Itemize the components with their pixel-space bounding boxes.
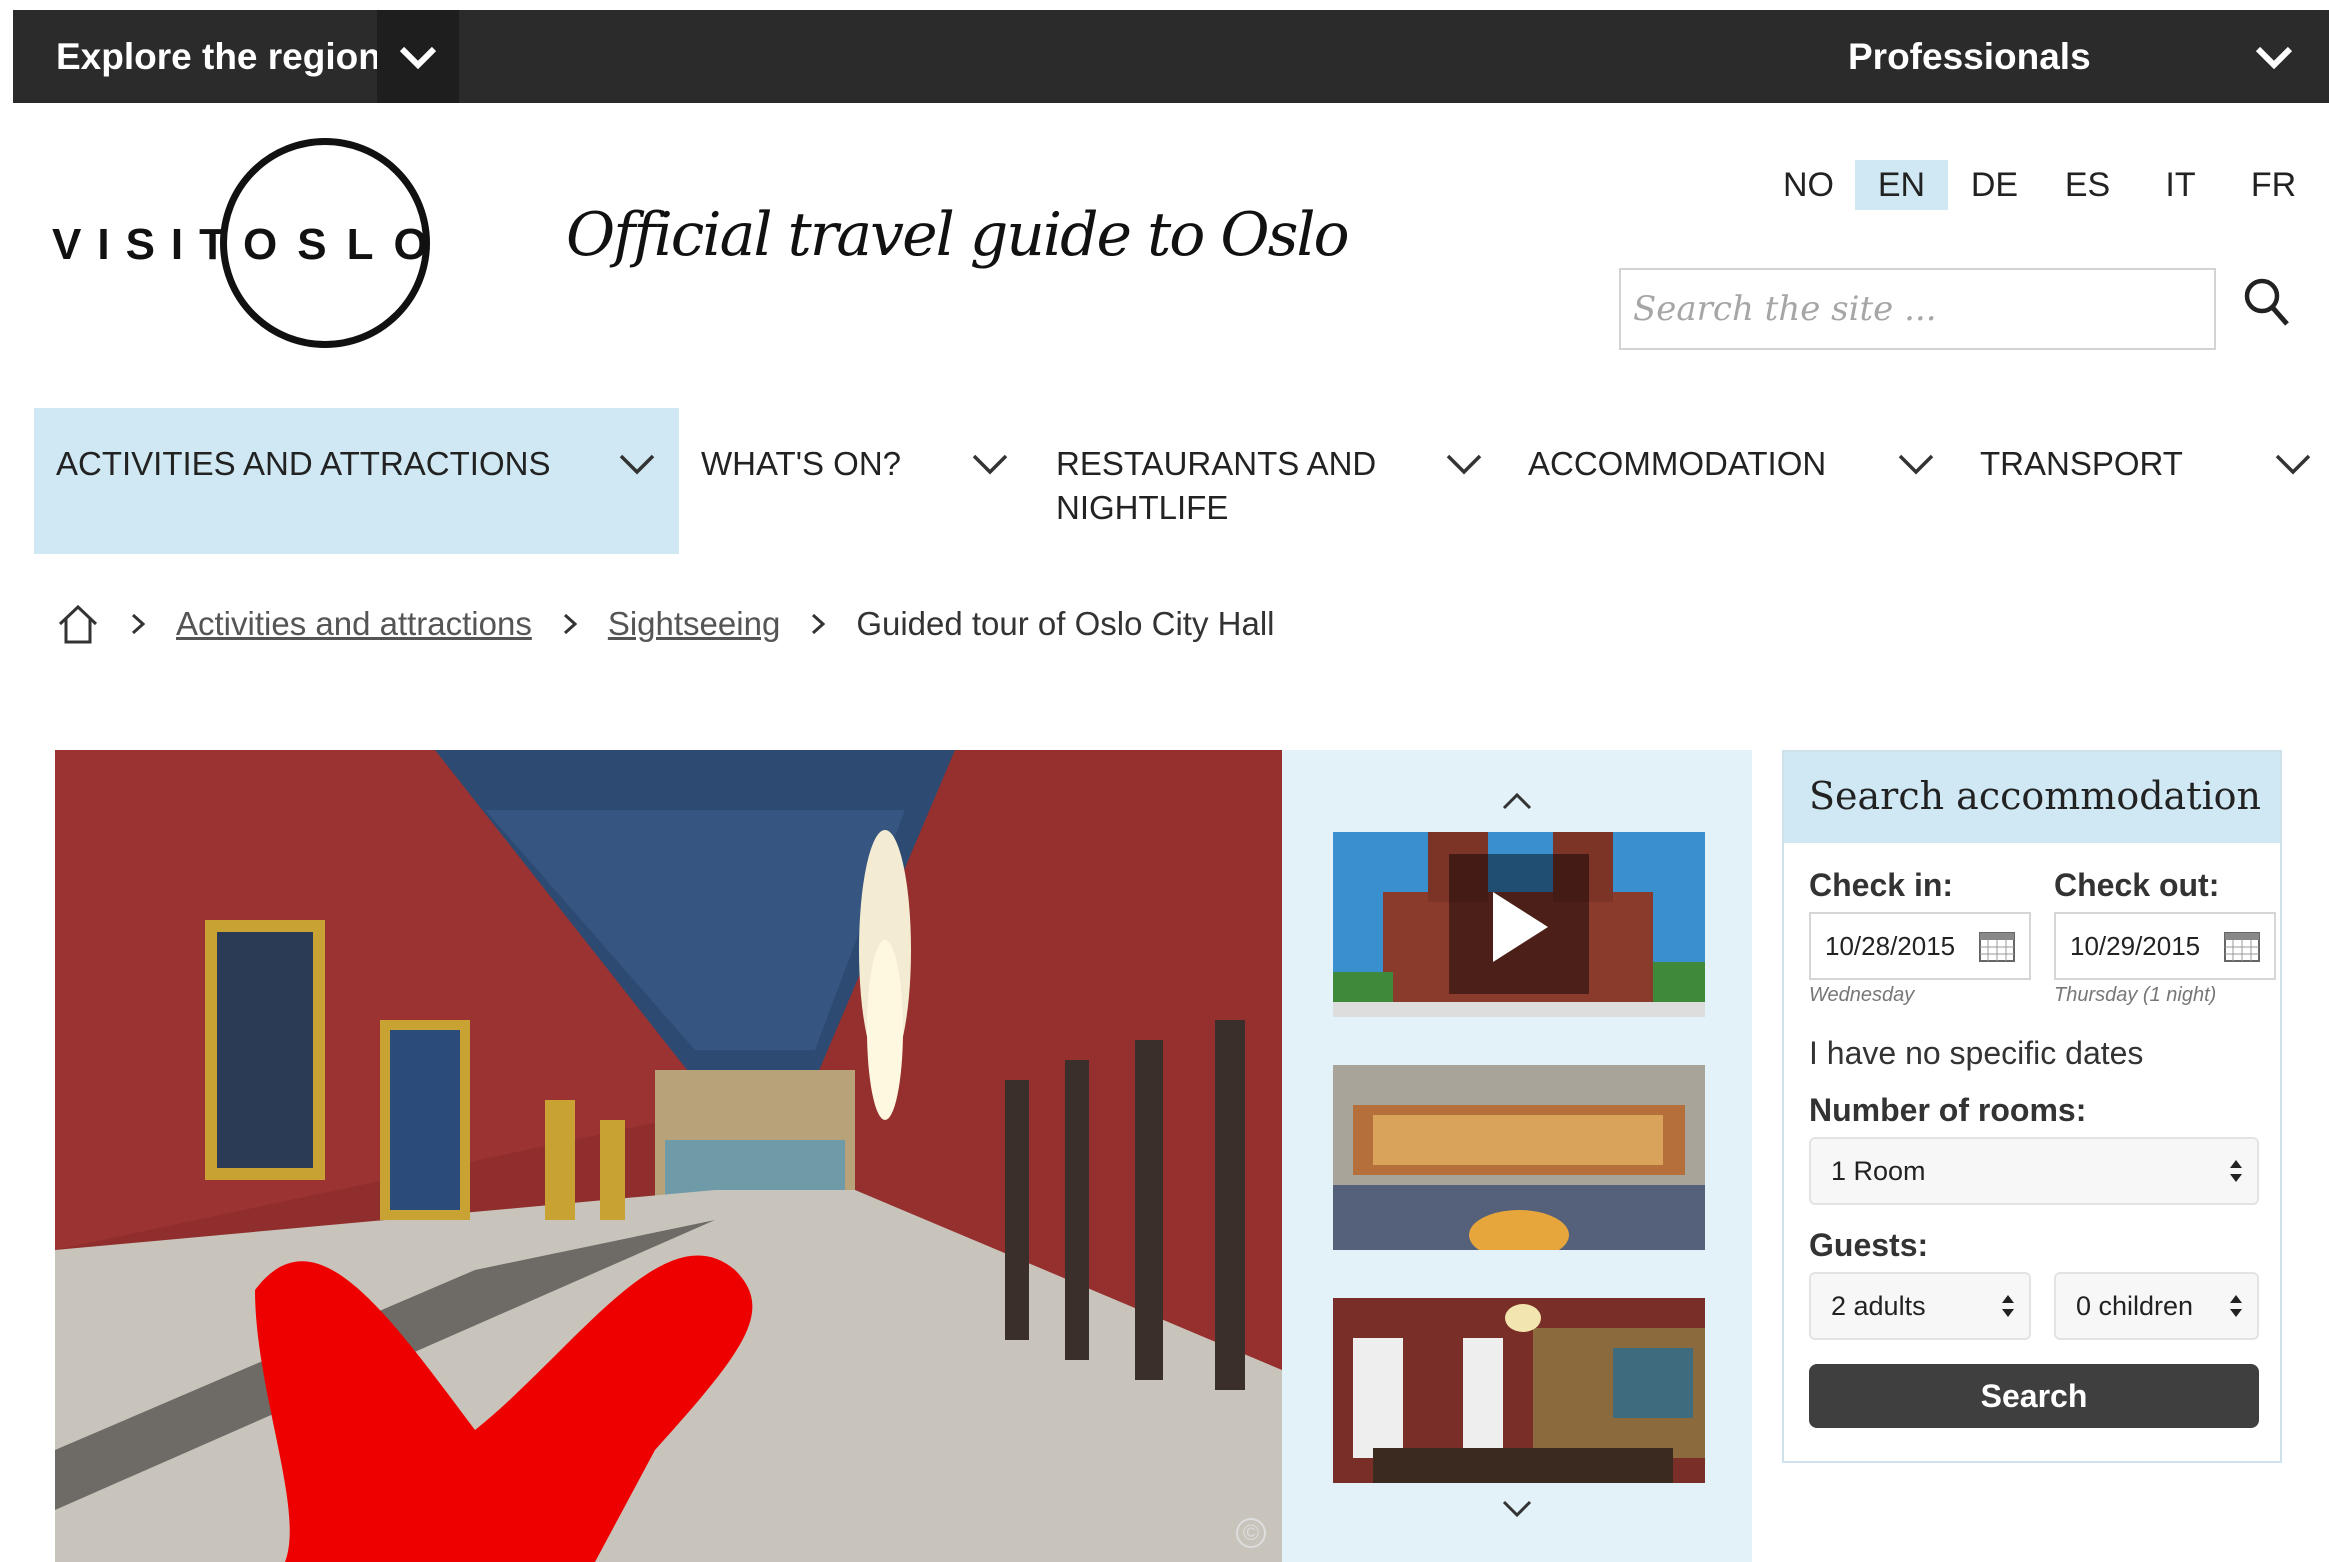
nav-item-label: WHAT'S ON?	[701, 445, 902, 482]
breadcrumb-sightseeing[interactable]: Sightseeing	[608, 605, 780, 643]
calendar-icon[interactable]	[1979, 932, 2015, 962]
home-icon[interactable]	[56, 602, 100, 646]
search-button[interactable]	[2242, 274, 2292, 330]
logo-visit-text: VISIT	[52, 220, 243, 269]
thumbnail-strip	[1282, 750, 1752, 1562]
explore-region-link[interactable]: Explore the region	[13, 10, 381, 103]
top-bar: Explore the region Professionals	[13, 10, 2329, 103]
chevron-down-icon[interactable]	[1482, 1490, 1552, 1530]
city-hall-interior-image	[55, 750, 1282, 1562]
breadcrumb-activities[interactable]: Activities and attractions	[176, 605, 532, 643]
chevron-down-icon	[619, 454, 655, 475]
checkout-label: Check out:	[2054, 867, 2220, 903]
chevron-down-icon	[1446, 454, 1482, 475]
checkin-weekday: Wednesday	[1809, 984, 1915, 1006]
copyright-icon[interactable]: ©	[1236, 1518, 1266, 1548]
professionals-toggle[interactable]	[2239, 10, 2309, 103]
breadcrumb: Activities and attractions Sightseeing G…	[56, 600, 1274, 648]
select-arrows-icon	[2230, 1295, 2242, 1317]
nav-item-transport[interactable]: TRANSPORT	[1958, 408, 2329, 554]
chevron-down-icon	[2275, 454, 2311, 475]
main-nav: ACTIVITIES AND ATTRACTIONS WHAT'S ON? RE…	[34, 408, 2329, 554]
accommodation-search-panel: Search accommodation Check in: Check out…	[1782, 750, 2282, 1463]
chevron-down-icon	[1898, 454, 1934, 475]
panel-header: Search accommodation	[1784, 752, 2280, 843]
checkin-date-field[interactable]: 10/28/2015	[1809, 912, 2031, 980]
guests-label: Guests:	[1809, 1227, 1929, 1263]
nav-item-accommodation[interactable]: ACCOMMODATION	[1506, 408, 1958, 554]
adults-select-value: 2 adults	[1831, 1291, 1926, 1321]
lang-en[interactable]: EN	[1855, 160, 1948, 210]
explore-region-toggle[interactable]	[377, 10, 459, 103]
lang-es[interactable]: ES	[2041, 160, 2134, 210]
nav-item-label: ACTIVITIES AND ATTRACTIONS	[56, 445, 551, 482]
nav-item-label: RESTAURANTS AND NIGHTLIFE	[1056, 445, 1377, 526]
rooms-select-value: 1 Room	[1831, 1156, 1926, 1186]
checkin-label: Check in:	[1809, 867, 1954, 903]
no-specific-dates-link[interactable]: I have no specific dates	[1809, 1035, 2143, 1072]
chevron-right-icon	[131, 613, 146, 635]
language-switcher: NO EN DE ES IT FR	[1762, 160, 2320, 210]
chevron-right-icon	[563, 613, 578, 635]
select-arrows-icon	[2002, 1295, 2014, 1317]
site-tagline: Official travel guide to Oslo	[566, 200, 1350, 270]
children-select[interactable]: 0 children	[2054, 1272, 2259, 1340]
lang-no[interactable]: NO	[1762, 160, 1855, 210]
visit-oslo-logo[interactable]: VISIT OSLO	[50, 138, 430, 348]
city-hall-main-hall-thumbnail	[1333, 1065, 1705, 1250]
city-hall-exterior-thumbnail	[1333, 832, 1705, 1017]
checkin-date-value: 10/28/2015	[1825, 931, 1956, 961]
thumbnail-hall[interactable]	[1333, 1065, 1705, 1250]
calendar-icon[interactable]	[2224, 932, 2260, 962]
lang-de[interactable]: DE	[1948, 160, 2041, 210]
rooms-label: Number of rooms:	[1809, 1092, 2087, 1128]
chevron-up-icon[interactable]	[1482, 780, 1552, 820]
chevron-right-icon	[812, 613, 826, 635]
checkout-date-field[interactable]: 10/29/2015	[2054, 912, 2276, 980]
search-icon	[2244, 278, 2289, 326]
nav-item-whats-on[interactable]: WHAT'S ON?	[679, 408, 1034, 554]
thumbnail-room[interactable]	[1333, 1298, 1705, 1483]
lang-it[interactable]: IT	[2134, 160, 2227, 210]
checkout-weekday: Thursday (1 night)	[2054, 984, 2217, 1006]
lang-fr[interactable]: FR	[2227, 160, 2320, 210]
checkout-date-value: 10/29/2015	[2070, 931, 2201, 961]
logo-oslo-text: OSLO	[243, 220, 448, 269]
adults-select[interactable]: 2 adults	[1809, 1272, 2031, 1340]
city-hall-room-thumbnail	[1333, 1298, 1705, 1483]
nav-item-label: ACCOMMODATION	[1528, 445, 1827, 482]
select-arrows-icon	[2230, 1160, 2242, 1182]
children-select-value: 0 children	[2076, 1291, 2194, 1321]
nav-item-label: TRANSPORT	[1980, 445, 2183, 482]
rooms-select[interactable]: 1 Room	[1809, 1137, 2259, 1205]
breadcrumb-current: Guided tour of Oslo City Hall	[856, 605, 1275, 642]
professionals-link[interactable]: Professionals	[1848, 10, 2091, 103]
nav-item-activities[interactable]: ACTIVITIES AND ATTRACTIONS	[34, 408, 679, 554]
main-gallery-image[interactable]: ©	[55, 750, 1282, 1562]
chevron-down-icon	[399, 46, 437, 69]
nav-item-restaurants[interactable]: RESTAURANTS AND NIGHTLIFE	[1034, 408, 1504, 554]
panel-title: Search accommodation	[1809, 774, 2261, 818]
thumbnail-video[interactable]	[1333, 832, 1705, 1017]
chevron-down-icon	[972, 454, 1008, 475]
accommodation-search-button[interactable]: Search	[1809, 1364, 2259, 1428]
site-search-input[interactable]	[1619, 268, 2216, 350]
chevron-down-icon	[2255, 46, 2293, 69]
